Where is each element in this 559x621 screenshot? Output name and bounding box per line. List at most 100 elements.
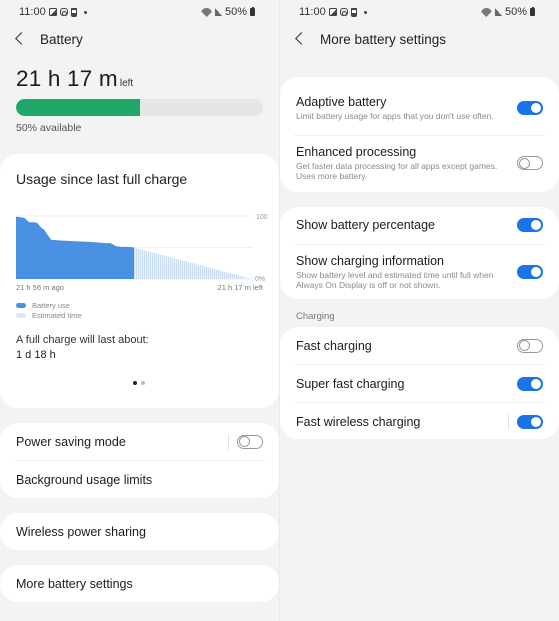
section-header-charging: Charging bbox=[296, 311, 335, 322]
wireless-power-sharing-row[interactable]: Wireless power sharing bbox=[0, 513, 279, 550]
more-battery-settings-row[interactable]: More battery settings bbox=[0, 565, 279, 602]
settings-group-2: Show battery percentage Show charging in… bbox=[280, 207, 559, 299]
header: Battery bbox=[14, 28, 83, 50]
toggle-knob bbox=[518, 157, 530, 169]
full-charge-label: A full charge will last about: bbox=[16, 334, 149, 346]
cup-icon bbox=[350, 7, 357, 17]
fast-wireless-charging-label: Fast wireless charging bbox=[296, 414, 421, 429]
row-separator-vertical bbox=[508, 413, 509, 430]
show-charging-information-row[interactable]: Show charging information Show battery l… bbox=[280, 249, 559, 295]
fast-wireless-charging-row[interactable]: Fast wireless charging bbox=[280, 403, 559, 440]
super-fast-charging-label: Super fast charging bbox=[296, 376, 405, 391]
toggle-knob bbox=[530, 415, 542, 428]
full-charge-value: 1 d 18 h bbox=[16, 349, 56, 361]
dot-icon bbox=[363, 10, 367, 14]
battery-level-bar bbox=[16, 99, 263, 116]
remaining-time-suffix: left bbox=[119, 78, 134, 89]
power-saving-mode-label: Power saving mode bbox=[16, 434, 126, 449]
show-battery-percentage-row[interactable]: Show battery percentage bbox=[280, 207, 559, 243]
toggle-knob bbox=[530, 377, 542, 390]
row-divider bbox=[294, 135, 545, 136]
page-indicator bbox=[133, 381, 145, 385]
toggle-knob bbox=[530, 219, 542, 231]
super-fast-charging-row[interactable]: Super fast charging bbox=[280, 365, 559, 402]
gallery-icon bbox=[328, 8, 337, 16]
status-battery-percent: 50% bbox=[224, 6, 247, 18]
remaining-time: 21 h 17 m left bbox=[16, 66, 133, 92]
row-separator-vertical bbox=[228, 433, 229, 450]
status-bar: 11:00 50% bbox=[19, 5, 255, 19]
instagram-icon bbox=[339, 8, 348, 16]
battery-screen: 11:00 50% Battery 21 h 17 m left 50% ava… bbox=[0, 0, 279, 621]
signal-icon bbox=[214, 8, 222, 16]
super-fast-charging-toggle[interactable] bbox=[517, 376, 543, 391]
page-dot-2[interactable] bbox=[141, 381, 145, 385]
estimated-time-area bbox=[134, 247, 252, 279]
menu-group-more: More battery settings bbox=[0, 565, 279, 602]
battery-icon bbox=[530, 6, 535, 16]
legend-label: Battery use bbox=[32, 300, 70, 310]
usage-title: Usage since last full charge bbox=[16, 171, 188, 187]
settings-group-1: Adaptive battery Limit battery usage for… bbox=[280, 77, 559, 192]
enhanced-processing-toggle[interactable] bbox=[517, 156, 543, 170]
menu-group-power: Power saving mode Background usage limit… bbox=[0, 423, 279, 498]
settings-group-charging: Fast charging Super fast charging Fast w… bbox=[280, 327, 559, 439]
background-usage-limits-label: Background usage limits bbox=[16, 472, 153, 487]
toggle-knob bbox=[238, 436, 250, 447]
fast-charging-row[interactable]: Fast charging bbox=[280, 327, 559, 364]
legend-label: Estimated time bbox=[32, 310, 82, 320]
toggle-knob bbox=[530, 266, 542, 278]
adaptive-battery-description: Limit battery usage for apps that you do… bbox=[296, 110, 494, 121]
usage-card[interactable]: Usage since last full charge 100 0% 21 h… bbox=[0, 154, 279, 408]
cup-icon bbox=[70, 7, 77, 17]
x-start-label: 21 h 56 m ago bbox=[16, 283, 64, 292]
back-icon[interactable] bbox=[294, 31, 306, 47]
signal-icon bbox=[494, 8, 502, 16]
usage-chart: 100 0% bbox=[16, 214, 268, 283]
page-dot-1[interactable] bbox=[133, 381, 137, 385]
status-time: 11:00 bbox=[299, 6, 326, 18]
more-battery-settings-screen: 11:00 50% More battery settings Adaptive… bbox=[280, 0, 559, 621]
wifi-icon bbox=[200, 7, 212, 17]
battery-level-fill bbox=[16, 99, 140, 116]
legend-swatch-estimated-time bbox=[16, 312, 26, 318]
available-text: 50% available bbox=[16, 122, 82, 134]
battery-use-area bbox=[16, 216, 134, 279]
adaptive-battery-toggle[interactable] bbox=[517, 101, 543, 115]
adaptive-battery-label: Adaptive battery bbox=[296, 94, 387, 109]
dot-icon bbox=[83, 10, 87, 14]
y-tick-label-100: 100 bbox=[256, 214, 268, 221]
battery-icon bbox=[250, 6, 255, 16]
fast-wireless-charging-toggle[interactable] bbox=[517, 414, 543, 429]
toggle-knob bbox=[530, 102, 542, 114]
enhanced-processing-row[interactable]: Enhanced processing Get faster data proc… bbox=[280, 138, 559, 188]
page-title: Battery bbox=[40, 31, 83, 47]
show-charging-information-label: Show charging information bbox=[296, 253, 444, 268]
status-time: 11:00 bbox=[19, 6, 46, 18]
status-bar: 11:00 50% bbox=[299, 5, 535, 19]
chart-legend: Battery use Estimated time bbox=[16, 300, 82, 320]
header: More battery settings bbox=[294, 28, 446, 50]
show-charging-information-description: Show battery level and estimated time un… bbox=[296, 269, 494, 291]
power-saving-mode-row[interactable]: Power saving mode bbox=[0, 423, 279, 460]
show-charging-information-toggle[interactable] bbox=[517, 265, 543, 279]
gallery-icon bbox=[48, 8, 57, 16]
fast-charging-toggle[interactable] bbox=[517, 338, 543, 353]
remaining-time-value: 21 h 17 m bbox=[16, 66, 118, 91]
instagram-icon bbox=[59, 8, 68, 16]
power-saving-mode-toggle[interactable] bbox=[237, 434, 263, 449]
legend-swatch-battery-use bbox=[16, 302, 26, 308]
background-usage-limits-row[interactable]: Background usage limits bbox=[0, 461, 279, 498]
fast-charging-label: Fast charging bbox=[296, 338, 372, 353]
enhanced-processing-label: Enhanced processing bbox=[296, 144, 417, 159]
menu-group-wireless: Wireless power sharing bbox=[0, 513, 279, 550]
enhanced-processing-description: Get faster data processing for all apps … bbox=[296, 160, 498, 182]
show-battery-percentage-label: Show battery percentage bbox=[296, 218, 435, 232]
adaptive-battery-row[interactable]: Adaptive battery Limit battery usage for… bbox=[280, 83, 559, 133]
back-icon[interactable] bbox=[14, 31, 26, 47]
x-end-label: 21 h 17 m left bbox=[217, 283, 263, 292]
row-divider bbox=[294, 244, 545, 245]
show-battery-percentage-toggle[interactable] bbox=[517, 218, 543, 232]
wireless-power-sharing-label: Wireless power sharing bbox=[16, 524, 146, 539]
page-title: More battery settings bbox=[320, 31, 447, 47]
